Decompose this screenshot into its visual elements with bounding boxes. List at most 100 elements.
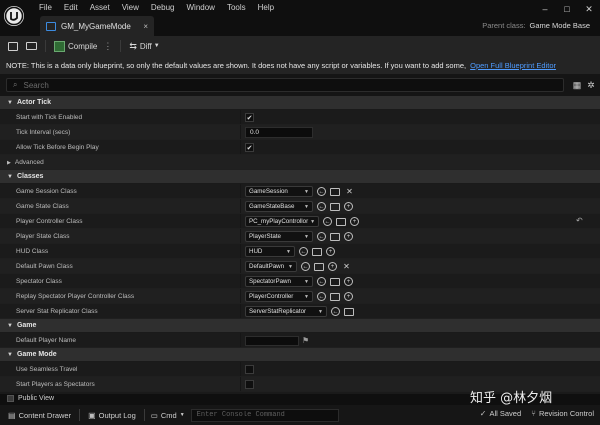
column-divider (240, 362, 241, 376)
browse-folder-icon[interactable] (330, 202, 340, 211)
advanced-expander[interactable]: ▶ Advanced (0, 155, 600, 170)
column-divider (240, 274, 241, 288)
game-state-class-dropdown[interactable]: GameStateBase ▼ (245, 201, 313, 212)
menu-tools[interactable]: Tools (221, 3, 252, 13)
use-selected-icon[interactable]: ← (301, 262, 310, 271)
browse-folder-icon[interactable] (330, 187, 340, 196)
details-search: ⌕ (6, 78, 564, 92)
console-command-input[interactable] (196, 411, 337, 419)
cmd-selector[interactable]: ▭ Cmd ▼ (151, 411, 185, 420)
use-selected-icon[interactable]: ← (317, 292, 326, 301)
open-full-blueprint-editor-link[interactable]: Open Full Blueprint Editor (470, 61, 556, 70)
compile-icon (54, 40, 65, 52)
browse-button[interactable] (26, 42, 37, 50)
dropdown-value: HUD (249, 248, 263, 255)
use-selected-icon[interactable]: ← (317, 187, 326, 196)
close-icon[interactable]: ✕ (578, 0, 600, 18)
compile-button[interactable]: Compile (54, 40, 98, 52)
clear-icon[interactable]: ✕ (341, 261, 352, 272)
section-game[interactable]: ▼ Game (0, 319, 600, 333)
menu-edit[interactable]: Edit (58, 3, 84, 13)
all-saved-indicator[interactable]: ✓ All Saved (480, 409, 521, 418)
default-player-name-field[interactable] (245, 335, 299, 346)
details-panel: ▼ Actor Tick Start with Tick Enabled ✔ T… (0, 96, 600, 394)
menu-debug[interactable]: Debug (145, 3, 181, 13)
menu-window[interactable]: Window (180, 3, 220, 13)
tick-interval-field[interactable]: 0.0 (245, 127, 313, 138)
allow-tick-before-begin-play-checkbox[interactable]: ✔ (245, 143, 254, 152)
localization-flag-icon[interactable]: ⚑ (302, 336, 309, 345)
menu-file[interactable]: File (33, 3, 58, 13)
browse-folder-icon[interactable] (314, 262, 324, 271)
dropdown-value: ServerStatReplicator (249, 308, 307, 315)
section-classes[interactable]: ▼ Classes (0, 170, 600, 184)
add-icon[interactable]: + (326, 247, 335, 256)
use-selected-icon[interactable]: ← (317, 232, 326, 241)
use-seamless-travel-checkbox[interactable] (245, 365, 254, 374)
game-session-class-dropdown[interactable]: GameSession ▼ (245, 186, 313, 197)
diff-button[interactable]: ⇆ Diff ▼ (129, 41, 159, 52)
menu-help[interactable]: Help (252, 3, 280, 13)
reset-to-default-icon[interactable]: ↶ (576, 216, 583, 225)
content-drawer-label: Content Drawer (18, 410, 72, 420)
player-controller-class-dropdown[interactable]: PC_myPlayControllor ▼ (245, 216, 319, 227)
maximize-icon[interactable]: □ (556, 0, 578, 18)
public-view-checkbox[interactable] (7, 395, 14, 402)
start-with-tick-enabled-checkbox[interactable]: ✔ (245, 113, 254, 122)
clear-icon[interactable]: ✕ (344, 186, 355, 197)
use-selected-icon[interactable]: ← (317, 202, 326, 211)
unreal-logo-icon[interactable] (4, 6, 24, 26)
tab-gm-mygamemode[interactable]: GM_MyGameMode × (40, 16, 154, 36)
bottom-right-status: ✓ All Saved ⑂ Revision Control (470, 409, 594, 418)
property-row: Replay Spectator Player Controller Class… (0, 289, 600, 304)
property-row: Tick Interval (secs) 0.0 (0, 125, 600, 140)
use-selected-icon[interactable]: ← (323, 217, 332, 226)
compile-label: Compile (68, 41, 98, 51)
parent-class-value[interactable]: Game Mode Base (530, 21, 590, 30)
section-game-mode[interactable]: ▼ Game Mode (0, 348, 600, 362)
property-row: Game Session Class GameSession ▼ ← ✕ (0, 184, 600, 199)
section-actor-tick[interactable]: ▼ Actor Tick (0, 96, 600, 110)
add-icon[interactable]: + (328, 262, 337, 271)
output-log-button[interactable]: ▣ Output Log (88, 411, 136, 420)
server-stat-replicator-class-dropdown[interactable]: ServerStatReplicator ▼ (245, 306, 327, 317)
compile-options-icon[interactable]: ⋮ (103, 41, 112, 52)
browse-folder-icon[interactable] (330, 232, 340, 241)
tab-close-icon[interactable]: × (143, 22, 148, 31)
spectator-class-dropdown[interactable]: SpectatorPawn ▼ (245, 276, 313, 287)
default-pawn-class-dropdown[interactable]: DefaultPawn ▼ (245, 261, 297, 272)
add-icon[interactable]: + (344, 202, 353, 211)
add-icon[interactable]: + (344, 292, 353, 301)
browse-folder-icon[interactable] (330, 277, 340, 286)
property-label: Start with Tick Enabled (16, 113, 83, 121)
menu-asset[interactable]: Asset (84, 3, 116, 13)
property-matrix-icon[interactable]: ▦ (571, 79, 583, 91)
public-view-toggle[interactable]: Public View (7, 395, 54, 402)
property-row: Spectator Class SpectatorPawn ▼ ← + (0, 274, 600, 289)
start-players-as-spectators-checkbox[interactable] (245, 380, 254, 389)
diff-icon: ⇆ (129, 40, 137, 51)
minimize-icon[interactable]: – (534, 0, 556, 18)
save-button[interactable] (8, 41, 18, 51)
add-icon[interactable]: + (344, 277, 353, 286)
replay-spectator-controller-class-dropdown[interactable]: PlayerController ▼ (245, 291, 313, 302)
use-selected-icon[interactable]: ← (331, 307, 340, 316)
gear-icon[interactable]: ✲ (585, 79, 597, 91)
revision-control-button[interactable]: ⑂ Revision Control (531, 409, 594, 418)
use-selected-icon[interactable]: ← (299, 247, 308, 256)
property-row: Allow Tick Before Begin Play ✔ (0, 140, 600, 155)
search-input[interactable] (23, 80, 544, 90)
search-icon: ⌕ (13, 80, 18, 89)
add-icon[interactable]: + (350, 217, 359, 226)
browse-folder-icon[interactable] (330, 292, 340, 301)
menu-view[interactable]: View (116, 3, 145, 13)
browse-folder-icon[interactable] (344, 307, 354, 316)
hud-class-dropdown[interactable]: HUD ▼ (245, 246, 295, 257)
browse-folder-icon[interactable] (336, 217, 346, 226)
content-drawer-button[interactable]: ▤ Content Drawer (8, 411, 71, 420)
browse-folder-icon[interactable] (312, 247, 322, 256)
player-state-class-dropdown[interactable]: PlayerState ▼ (245, 231, 313, 242)
use-selected-icon[interactable]: ← (317, 277, 326, 286)
add-icon[interactable]: + (344, 232, 353, 241)
property-label: Default Player Name (16, 336, 76, 344)
